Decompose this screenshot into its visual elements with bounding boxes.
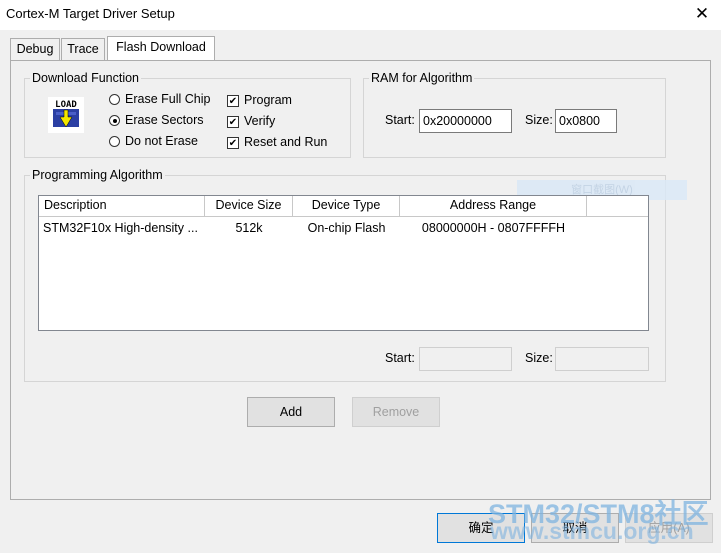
ram-start-label: Start: — [385, 113, 415, 127]
algo-size-label: Size: — [525, 351, 553, 365]
do-not-erase-radio[interactable] — [109, 136, 120, 147]
erase-full-chip-label[interactable]: Erase Full Chip — [125, 92, 210, 106]
load-icon-text: LOAD — [55, 100, 77, 110]
algorithm-list[interactable]: Description Device Size Device Type Addr… — [38, 195, 649, 331]
reset-and-run-label[interactable]: Reset and Run — [244, 135, 327, 149]
header-divider — [39, 216, 648, 217]
tab-trace[interactable]: Trace — [61, 38, 105, 60]
window-title: Cortex-M Target Driver Setup — [6, 6, 175, 21]
program-label[interactable]: Program — [244, 93, 292, 107]
erase-full-chip-radio[interactable] — [109, 94, 120, 105]
column-device-type[interactable]: Device Type — [293, 196, 400, 216]
ram-for-algorithm-legend: RAM for Algorithm — [369, 71, 475, 85]
tab-debug[interactable]: Debug — [10, 38, 60, 60]
row-device-type: On-chip Flash — [307, 221, 386, 235]
algo-start-label: Start: — [385, 351, 415, 365]
programming-algorithm-legend: Programming Algorithm — [30, 168, 165, 182]
remove-button[interactable]: Remove — [352, 397, 440, 427]
ram-size-input[interactable]: 0x0800 — [555, 109, 617, 133]
download-function-legend: Download Function — [30, 71, 142, 85]
load-icon: LOAD — [48, 97, 84, 133]
algo-size-input[interactable] — [555, 347, 649, 371]
row-device-size: 512k — [235, 221, 263, 235]
column-description[interactable]: Description — [39, 196, 205, 216]
row-description: STM32F10x High-density ... — [43, 221, 198, 235]
column-address-range[interactable]: Address Range — [400, 196, 587, 216]
table-row[interactable]: STM32F10x High-density ... 512k On-chip … — [39, 218, 648, 238]
add-button[interactable]: Add — [247, 397, 335, 427]
verify-checkbox[interactable]: ✔ — [227, 116, 239, 128]
verify-label[interactable]: Verify — [244, 114, 275, 128]
erase-sectors-label[interactable]: Erase Sectors — [125, 113, 204, 127]
algo-start-input[interactable] — [419, 347, 512, 371]
tab-flash-download[interactable]: Flash Download — [107, 36, 215, 60]
close-icon[interactable]: ✕ — [690, 2, 714, 26]
ram-size-label: Size: — [525, 113, 553, 127]
column-device-size[interactable]: Device Size — [205, 196, 293, 216]
erase-sectors-radio[interactable] — [109, 115, 120, 126]
program-checkbox[interactable]: ✔ — [227, 95, 239, 107]
reset-and-run-checkbox[interactable]: ✔ — [227, 137, 239, 149]
ram-start-input[interactable]: 0x20000000 — [419, 109, 512, 133]
watermark-line2: www.stmcu.org.cn — [490, 518, 694, 544]
do-not-erase-label[interactable]: Do not Erase — [125, 134, 198, 148]
row-address-range: 08000000H - 0807FFFFH — [421, 221, 566, 235]
